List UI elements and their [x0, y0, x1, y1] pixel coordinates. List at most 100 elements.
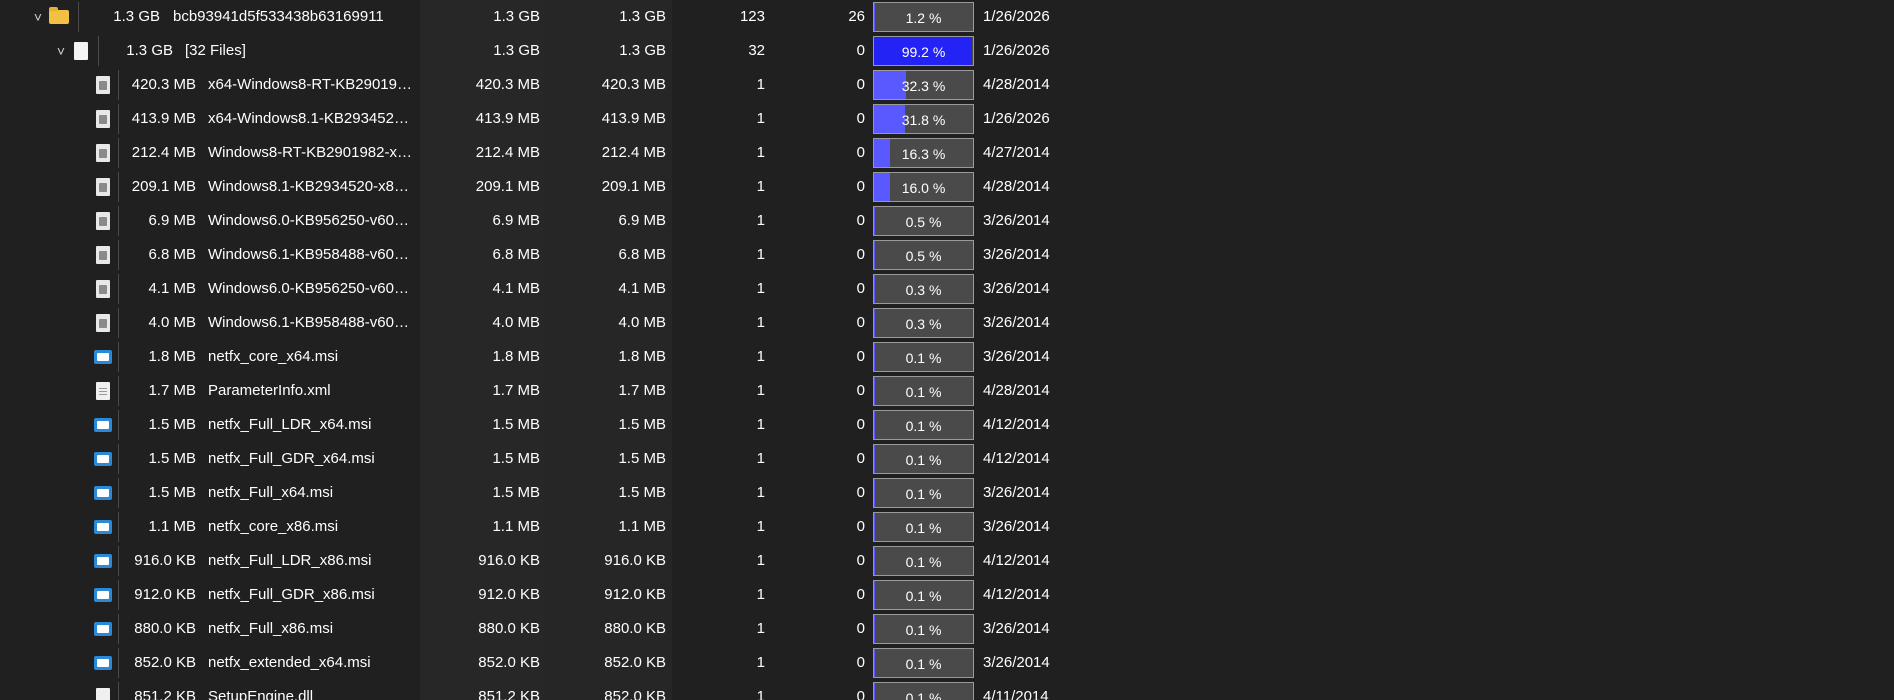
tree-row-file[interactable]: 912.0 KB netfx_Full_GDR_x86.msi 912.0 KB 91… [0, 578, 1894, 612]
row-allocated: 1.1 MB [618, 518, 666, 535]
tree-row-file[interactable]: 6.8 MB Windows6.1-KB958488-v6001... 6.8 MB… [0, 238, 1894, 272]
row-name: x64-Windows8-RT-KB290198... [208, 76, 413, 93]
percent-bar: 99.2 % [873, 36, 974, 66]
percent-bar: 0.1 % [873, 546, 974, 576]
row-allocated: 916.0 KB [604, 552, 666, 569]
row-size: 1.3 GB [113, 8, 160, 25]
tree-row-file[interactable]: 852.0 KB netfx_extended_x64.msi 852.0 KB 85… [0, 646, 1894, 680]
percent-label: 16.0 % [901, 180, 946, 196]
row-size: 209.1 MB [131, 178, 196, 195]
file-tree-view: ˅ 1.3 GB bcb93941d5f533438b63169911 1.3 … [0, 0, 1894, 700]
row-name: netfx_core_x64.msi [208, 348, 339, 365]
row-folders: 0 [856, 144, 865, 161]
row-name: Windows6.1-KB958488-v6001... [208, 246, 413, 263]
row-folders: 0 [856, 688, 865, 700]
row-name: x64-Windows8.1-KB2934520-... [208, 110, 413, 127]
tree-row-file[interactable]: 1.5 MB netfx_Full_GDR_x64.msi 1.5 MB 1.5 MB… [0, 442, 1894, 476]
percent-bar: 0.1 % [873, 342, 974, 372]
row-size: 1.5 MB [148, 416, 196, 433]
percent-label: 0.1 % [905, 690, 942, 700]
row-files: 1 [756, 348, 765, 365]
row-size-column: 1.7 MB [492, 382, 540, 399]
row-files: 123 [739, 8, 765, 25]
row-folders: 0 [856, 484, 865, 501]
row-date: 3/26/2014 [983, 518, 1050, 535]
row-size: 420.3 MB [131, 76, 196, 93]
row-folders: 0 [856, 212, 865, 229]
row-folders: 0 [856, 110, 865, 127]
row-date: 4/28/2014 [983, 178, 1050, 195]
tree-row-file[interactable]: 851.2 KB SetupEngine.dll 851.2 KB 852.0 KB 1… [0, 680, 1894, 700]
row-files: 1 [756, 518, 765, 535]
tree-row-file[interactable]: 212.4 MB Windows8-RT-KB2901982-x8... 212.4… [0, 136, 1894, 170]
chevron-down-icon[interactable]: ˅ [28, 0, 48, 34]
row-size-column: 912.0 KB [478, 586, 540, 603]
tree-row-file[interactable]: 916.0 KB netfx_Full_LDR_x86.msi 916.0 KB 91… [0, 544, 1894, 578]
tree-row-file[interactable]: 413.9 MB x64-Windows8.1-KB2934520-... 413.… [0, 102, 1894, 136]
row-name: ParameterInfo.xml [208, 382, 331, 399]
row-size: 1.5 MB [148, 484, 196, 501]
row-date: 3/26/2014 [983, 212, 1050, 229]
row-folders: 0 [856, 620, 865, 637]
row-files: 1 [756, 586, 765, 603]
row-size: 1.3 GB [126, 42, 173, 59]
tree-row-file[interactable]: 420.3 MB x64-Windows8-RT-KB290198... 420.3… [0, 68, 1894, 102]
percent-bar: 0.1 % [873, 512, 974, 542]
tree-row-files-group[interactable]: ˅ 1.3 GB [32 Files] 1.3 GB 1.3 GB 32 0 9… [0, 34, 1894, 68]
row-allocated: 852.0 KB [604, 688, 666, 700]
percent-bar: 0.5 % [873, 206, 974, 236]
tree-row-file[interactable]: 4.0 MB Windows6.1-KB958488-v6001... 4.0 MB… [0, 306, 1894, 340]
row-size-column: 420.3 MB [475, 76, 540, 93]
tree-row-file[interactable]: 1.5 MB netfx_Full_LDR_x64.msi 1.5 MB 1.5 MB… [0, 408, 1894, 442]
row-folders: 0 [856, 76, 865, 93]
row-size: 6.8 MB [148, 246, 196, 263]
percent-bar-fill [874, 173, 890, 201]
row-folders: 0 [856, 178, 865, 195]
row-size-column: 212.4 MB [475, 144, 540, 161]
row-name: Windows6.0-KB956250-v6001... [208, 212, 413, 229]
tree-row-file[interactable]: 1.1 MB netfx_core_x86.msi 1.1 MB 1.1 MB 1 0 0.… [0, 510, 1894, 544]
row-files: 1 [756, 416, 765, 433]
row-folders: 0 [856, 348, 865, 365]
row-files: 1 [756, 144, 765, 161]
tree-row-file[interactable]: 6.9 MB Windows6.0-KB956250-v6001... 6.9 MB… [0, 204, 1894, 238]
row-files: 1 [756, 552, 765, 569]
tree-row-file[interactable]: 880.0 KB netfx_Full_x86.msi 880.0 KB 880.0 … [0, 612, 1894, 646]
row-name: Windows8-RT-KB2901982-x8... [208, 144, 413, 161]
row-files: 1 [756, 620, 765, 637]
tree-row-file[interactable]: 209.1 MB Windows8.1-KB2934520-x86.... 209.… [0, 170, 1894, 204]
row-name: netfx_Full_GDR_x86.msi [208, 586, 375, 603]
percent-label: 0.5 % [905, 214, 942, 230]
row-size: 1.8 MB [148, 348, 196, 365]
row-allocated: 1.5 MB [618, 416, 666, 433]
row-allocated: 1.3 GB [619, 8, 666, 25]
row-folders: 0 [856, 314, 865, 331]
row-date: 4/12/2014 [983, 416, 1050, 433]
percent-label: 31.8 % [901, 112, 946, 128]
row-files: 1 [756, 382, 765, 399]
percent-bar-fill [874, 105, 906, 133]
percent-bar: 0.1 % [873, 478, 974, 508]
row-files: 1 [756, 178, 765, 195]
row-name: Windows8.1-KB2934520-x86.... [208, 178, 413, 195]
row-allocated: 852.0 KB [604, 654, 666, 671]
tree-row-file[interactable]: 1.7 MB ParameterInfo.xml 1.7 MB 1.7 MB 1 0 0.1… [0, 374, 1894, 408]
row-files: 1 [756, 246, 765, 263]
tree-row-file[interactable]: 1.5 MB netfx_Full_x64.msi 1.5 MB 1.5 MB 1 0 0.… [0, 476, 1894, 510]
row-allocated: 1.8 MB [618, 348, 666, 365]
row-name: bcb93941d5f533438b63169911 [173, 8, 384, 25]
chevron-down-icon[interactable]: ˅ [51, 34, 71, 68]
percent-bar: 0.1 % [873, 444, 974, 474]
tree-row-folder[interactable]: ˅ 1.3 GB bcb93941d5f533438b63169911 1.3 … [0, 0, 1894, 34]
row-allocated: 212.4 MB [601, 144, 666, 161]
row-allocated: 912.0 KB [604, 586, 666, 603]
row-size: 4.1 MB [148, 280, 196, 297]
percent-bar: 0.1 % [873, 410, 974, 440]
row-name: netfx_Full_LDR_x64.msi [208, 416, 372, 433]
row-date: 4/12/2014 [983, 552, 1050, 569]
row-name: netfx_Full_LDR_x86.msi [208, 552, 372, 569]
tree-row-file[interactable]: 4.1 MB Windows6.0-KB956250-v6001... 4.1 MB… [0, 272, 1894, 306]
tree-row-file[interactable]: 1.8 MB netfx_core_x64.msi 1.8 MB 1.8 MB 1 0 0.… [0, 340, 1894, 374]
row-date: 3/26/2014 [983, 484, 1050, 501]
row-date: 3/26/2014 [983, 654, 1050, 671]
